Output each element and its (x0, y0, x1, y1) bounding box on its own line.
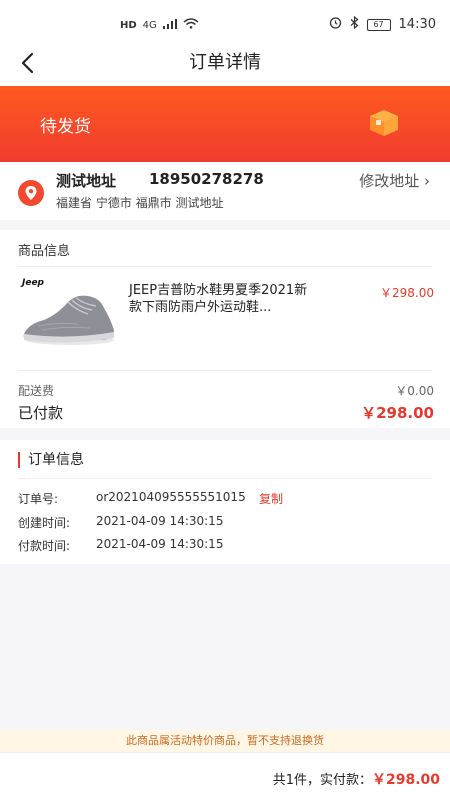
battery-indicator: 67 (366, 18, 391, 31)
order-info-section: 订单信息 订单号: or202104095555551015 复制 创建时间: … (0, 440, 450, 564)
alarm-icon (329, 16, 342, 33)
address-card[interactable]: 测试地址 18950278278 修改地址 › 福建省 宁德市 福鼎市 测试地址 (0, 162, 450, 220)
divider (18, 266, 432, 267)
order-number-label: 订单号: (18, 492, 59, 506)
recipient-phone: 18950278278 (149, 170, 264, 188)
paid-amount: ￥298.00 (361, 404, 434, 422)
paid-label: 已付款 (18, 404, 64, 422)
payment-time-label: 付款时间: (18, 539, 71, 553)
product-name[interactable]: JEEP吉普防水鞋男夏季2021新款下雨防雨户外运动鞋... (129, 282, 315, 316)
brand-logo: Jeep (22, 278, 44, 288)
product-image[interactable]: Jeep (18, 274, 118, 350)
wifi-icon (183, 18, 199, 32)
order-status-label: 待发货 (40, 117, 91, 137)
created-time-label: 创建时间: (18, 516, 71, 530)
no-return-notice: 此商品属活动特价商品，暂不支持退换货 (0, 730, 450, 752)
shipping-fee-value: ￥0.00 (395, 384, 434, 398)
navigation-bar: 订单详情 (0, 36, 450, 86)
summary-prefix: 共1件，实付款： (272, 773, 372, 788)
clock: 14:30 (398, 17, 436, 32)
signal-icon (162, 18, 177, 32)
summary-amount: ￥298.00 (371, 772, 440, 788)
recipient-name: 测试地址 (56, 172, 117, 190)
package-box-icon (370, 110, 398, 136)
address-detail: 福建省 宁德市 福鼎市 测试地址 (56, 196, 224, 210)
goods-section: 商品信息 Jeep JEEP吉普防水鞋男夏季2021新款下雨防雨户外运动鞋...… (0, 230, 450, 428)
order-summary: 共1件，实付款：￥298.00 (273, 769, 440, 789)
hd-indicator: HD (120, 19, 137, 31)
shipping-fee-label: 配送费 (18, 384, 55, 398)
order-info-title: 订单信息 (18, 452, 84, 468)
status-left-group: HD 4G (120, 18, 199, 32)
location-pin-icon (18, 180, 44, 206)
copy-order-number-button[interactable]: 复制 (259, 490, 283, 507)
product-price: ￥298.00 (380, 286, 434, 300)
order-status-banner: 待发货 (0, 86, 450, 162)
created-time-value: 2021-04-09 14:30:15 (96, 514, 224, 528)
bottom-summary-bar: 共1件，实付款：￥298.00 (0, 752, 450, 800)
divider (18, 478, 432, 479)
network-indicator: 4G (142, 19, 157, 31)
bluetooth-icon (350, 15, 359, 33)
status-right-group: 67 14:30 (329, 15, 436, 33)
edit-address-link[interactable]: 修改地址 › (359, 170, 430, 191)
page-title: 订单详情 (189, 52, 261, 73)
order-number-value: or202104095555551015 (96, 490, 246, 504)
goods-section-title: 商品信息 (18, 244, 71, 259)
divider (18, 370, 432, 371)
payment-time-value: 2021-04-09 14:30:15 (96, 537, 224, 551)
